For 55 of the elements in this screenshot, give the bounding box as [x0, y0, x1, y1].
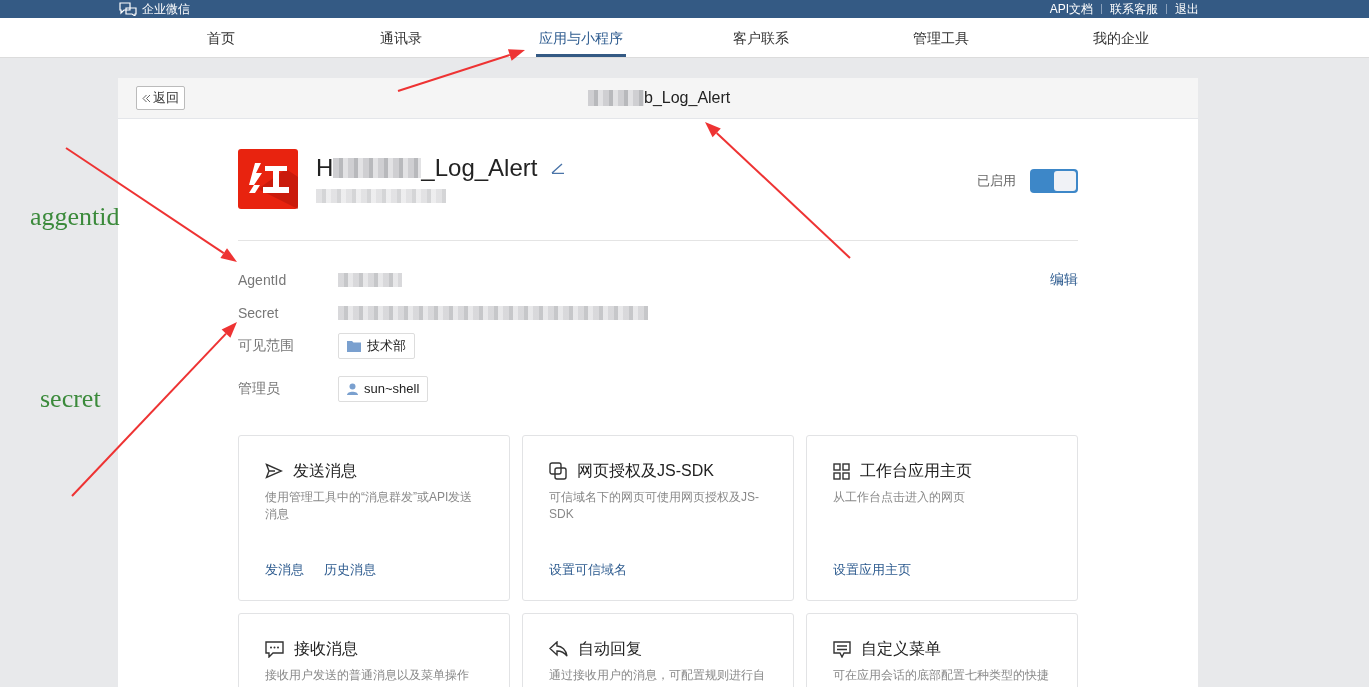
card-description: 可在应用会话的底部配置七种类型的快捷 [833, 667, 1050, 684]
card-title: 发送消息 [293, 460, 357, 481]
header-link[interactable]: 联系客服 [1110, 0, 1158, 18]
tag-text: sun~shell [364, 381, 420, 396]
annotation-text: aggentid [30, 202, 120, 232]
send-icon [265, 463, 283, 479]
field-label: AgentId [238, 271, 288, 288]
double-chevron-icon [142, 93, 151, 103]
header-link[interactable]: 退出 [1175, 0, 1199, 18]
card-description: 使用管理工具中的“消息群发”或API发送消息 [265, 489, 474, 523]
app-name: _Log_Alert [421, 154, 538, 182]
field-label: 管理员 [238, 379, 281, 398]
field-label: Secret [238, 304, 280, 321]
card-link[interactable]: 历史消息 [324, 561, 376, 579]
blurred-text [338, 272, 402, 287]
tag-text: 技术部 [367, 336, 406, 355]
app-name: H [316, 154, 334, 182]
person-icon [347, 382, 358, 395]
folder-icon [347, 339, 361, 352]
card-title: 接收消息 [294, 638, 358, 659]
overlapping-squares-icon [549, 462, 567, 480]
reply-arrow-icon [549, 641, 568, 657]
header-link[interactable]: API文档 [1049, 0, 1093, 18]
nav-tab[interactable]: 通讯录 [377, 18, 425, 57]
nav-tab[interactable]: 客户联系 [730, 18, 792, 57]
card-title: 网页授权及JS-SDK [577, 460, 714, 481]
nav-tab[interactable]: 我的企业 [1090, 18, 1152, 57]
edit-pencil-icon[interactable] [551, 162, 566, 174]
chat-bubbles-icon [118, 2, 138, 16]
card-title: 自定义菜单 [861, 638, 941, 659]
nav-tab[interactable]: 首页 [204, 18, 238, 57]
nav-tab[interactable]: 管理工具 [910, 18, 972, 57]
grid-icon [833, 462, 850, 480]
annotation-text: secret [40, 384, 101, 414]
logo-text: 企业微信 [142, 0, 190, 18]
field-label: 可见范围 [238, 336, 295, 355]
card-description: 通过接收用户的消息，可配置规则进行自 [549, 667, 766, 684]
back-button[interactable]: 返回 [136, 86, 185, 110]
card-link[interactable]: 设置应用主页 [833, 561, 911, 579]
panel-title: b_Log_Alert [644, 89, 731, 107]
edit-link[interactable]: 编辑 [1050, 271, 1078, 289]
app-logo-icon [238, 149, 298, 209]
card-description: 接收用户发送的普通消息以及菜单操作 [265, 667, 470, 684]
card-description: 从工作台点击进入的网页 [833, 489, 966, 506]
nav-tab[interactable]: 应用与小程序 [536, 18, 626, 57]
card-link[interactable]: 发消息 [265, 561, 304, 579]
menu-list-icon [833, 640, 851, 658]
card-title: 自动回复 [578, 638, 642, 659]
status-label: 已启用 [977, 172, 1016, 190]
blurred-text [588, 90, 644, 106]
enable-toggle[interactable] [1030, 169, 1078, 193]
chat-bubble-icon [265, 640, 284, 658]
card-title: 工作台应用主页 [860, 460, 972, 481]
card-description: 可信域名下的网页可使用网页授权及JS-SDK [549, 489, 760, 523]
card-link[interactable]: 设置可信域名 [549, 561, 627, 579]
